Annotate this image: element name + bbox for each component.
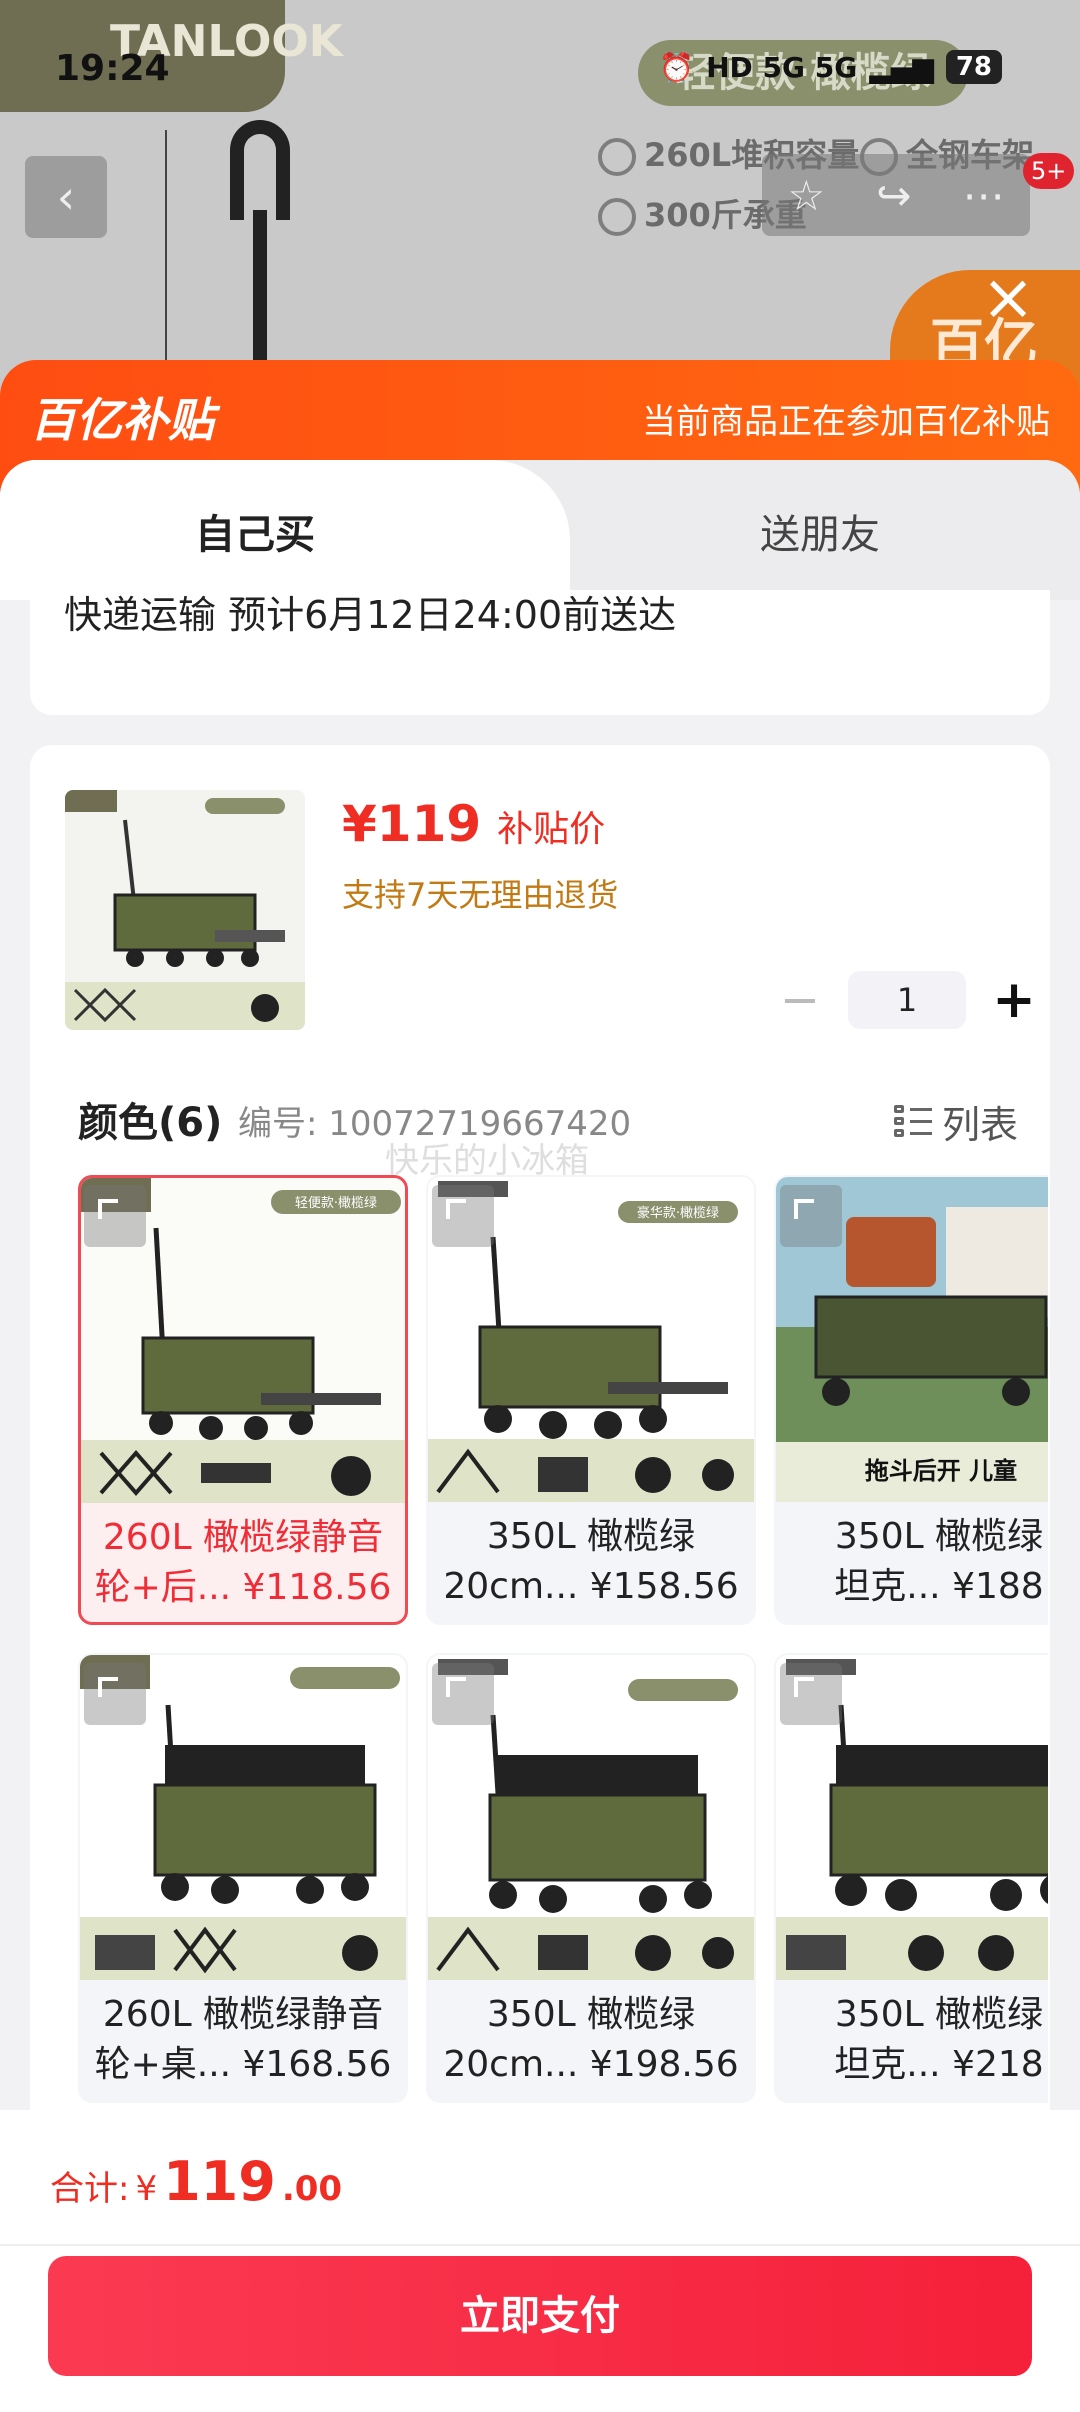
price-row: ¥119 补贴价 (342, 795, 605, 853)
increase-button[interactable]: + (984, 970, 1044, 1030)
variant-label: 260L 橄榄绿静音 轮+后... ¥118.56 (94, 1517, 392, 1608)
delivery-info: 快递运输 预计6月12日24:00前送达 (30, 590, 1050, 715)
chevron-left-icon: ‹ (56, 170, 76, 224)
pay-now-button[interactable]: 立即支付 (48, 2256, 1032, 2376)
return-policy: 支持7天无理由退货 (342, 876, 619, 914)
share-icon[interactable]: ↪ (876, 171, 911, 220)
more-icon[interactable]: ⋯ (962, 171, 1004, 220)
quantity-field[interactable]: 1 (848, 971, 966, 1029)
product-thumbnail (65, 790, 305, 1030)
total-label: 合计: (50, 2169, 130, 2209)
back-button[interactable]: ‹ (25, 156, 107, 238)
quantity-stepper: − 1 + (770, 970, 1044, 1030)
tab-gift-friend[interactable]: 送朋友 (600, 460, 1040, 600)
decrease-button[interactable]: − (770, 972, 830, 1028)
top-actions: ☆ ↪ ⋯ (762, 154, 1030, 236)
network-indicator: HD 5G 5G (706, 50, 858, 84)
total-amount: 119 (163, 2150, 276, 2213)
expand-icon[interactable] (432, 1663, 494, 1725)
status-icons: ⏰ HD 5G 5G ▂▄▆ 78 (659, 50, 1002, 84)
status-bar: 19:24 ⏰ HD 5G 5G ▂▄▆ 78 (0, 0, 1080, 140)
list-label: 列表 (941, 1103, 1018, 1147)
signal-icon: ▂▄▆ (869, 50, 934, 84)
order-total: 合计: ¥ 119 .00 (50, 2150, 342, 2213)
status-time: 19:24 (55, 48, 170, 89)
total-currency: ¥ (135, 2169, 158, 2209)
check-icon (598, 198, 636, 236)
variant-badge-text: 轻便款·橄榄绿 (295, 1195, 377, 1211)
alarm-icon: ⏰ (659, 50, 695, 84)
total-decimal: .00 (281, 2169, 343, 2209)
delivery-text: 快递运输 预计6月12日24:00前送达 (64, 593, 677, 637)
list-icon (893, 1104, 932, 1139)
variant-grid: 轻便款·橄榄绿 260L 橄榄绿静音 轮+后... ¥118.56 豪华款·橄榄… (78, 1175, 1048, 2145)
tab-buy-self[interactable]: 自己买 (0, 460, 570, 600)
variant-label: 350L 橄榄绿 20cm... ¥198.56 (443, 1994, 739, 2085)
price-label: 补贴价 (497, 809, 606, 850)
close-icon[interactable]: × (978, 266, 1038, 330)
favorite-star-icon[interactable]: ☆ (788, 171, 826, 220)
list-view-toggle[interactable]: 列表 (893, 1094, 1018, 1149)
variant-label: 350L 橄榄绿 坦克... ¥188 (834, 1516, 1044, 1607)
expand-icon[interactable] (432, 1185, 494, 1247)
expand-icon[interactable] (780, 1185, 842, 1247)
variant-label: 350L 橄榄绿 坦克... ¥218 (834, 1994, 1044, 2085)
variant-label: 260L 橄榄绿静音 轮+桌... ¥168.56 (94, 1994, 392, 2085)
variant-banner-text: 拖斗后开 儿童 (865, 1457, 1017, 1485)
checkout-footer: 合计: ¥ 119 .00 立即支付 (0, 2110, 1080, 2412)
subsidy-logo: 百亿补贴 (30, 393, 214, 447)
battery-level: 78 (945, 50, 1002, 84)
check-icon (598, 138, 636, 176)
variant-label: 350L 橄榄绿 20cm... ¥158.56 (443, 1516, 739, 1607)
option-title: 颜色(6) (78, 1100, 223, 1146)
divider (0, 2244, 1080, 2246)
product-price: ¥119 (342, 795, 482, 853)
variant-badge-text: 豪华款·橄榄绿 (637, 1205, 719, 1221)
notification-badge: 5+ (1023, 153, 1075, 189)
expand-icon[interactable] (84, 1185, 146, 1247)
subsidy-text: 当前商品正在参加百亿补贴 (642, 402, 1050, 442)
product-card: ¥119 补贴价 支持7天无理由退货 − 1 + 颜色(6) 编号: 10072… (30, 745, 1050, 2145)
purchase-tabs: 送朋友 自己买 (0, 460, 1080, 600)
expand-icon[interactable] (780, 1663, 842, 1725)
expand-icon[interactable] (84, 1663, 146, 1725)
